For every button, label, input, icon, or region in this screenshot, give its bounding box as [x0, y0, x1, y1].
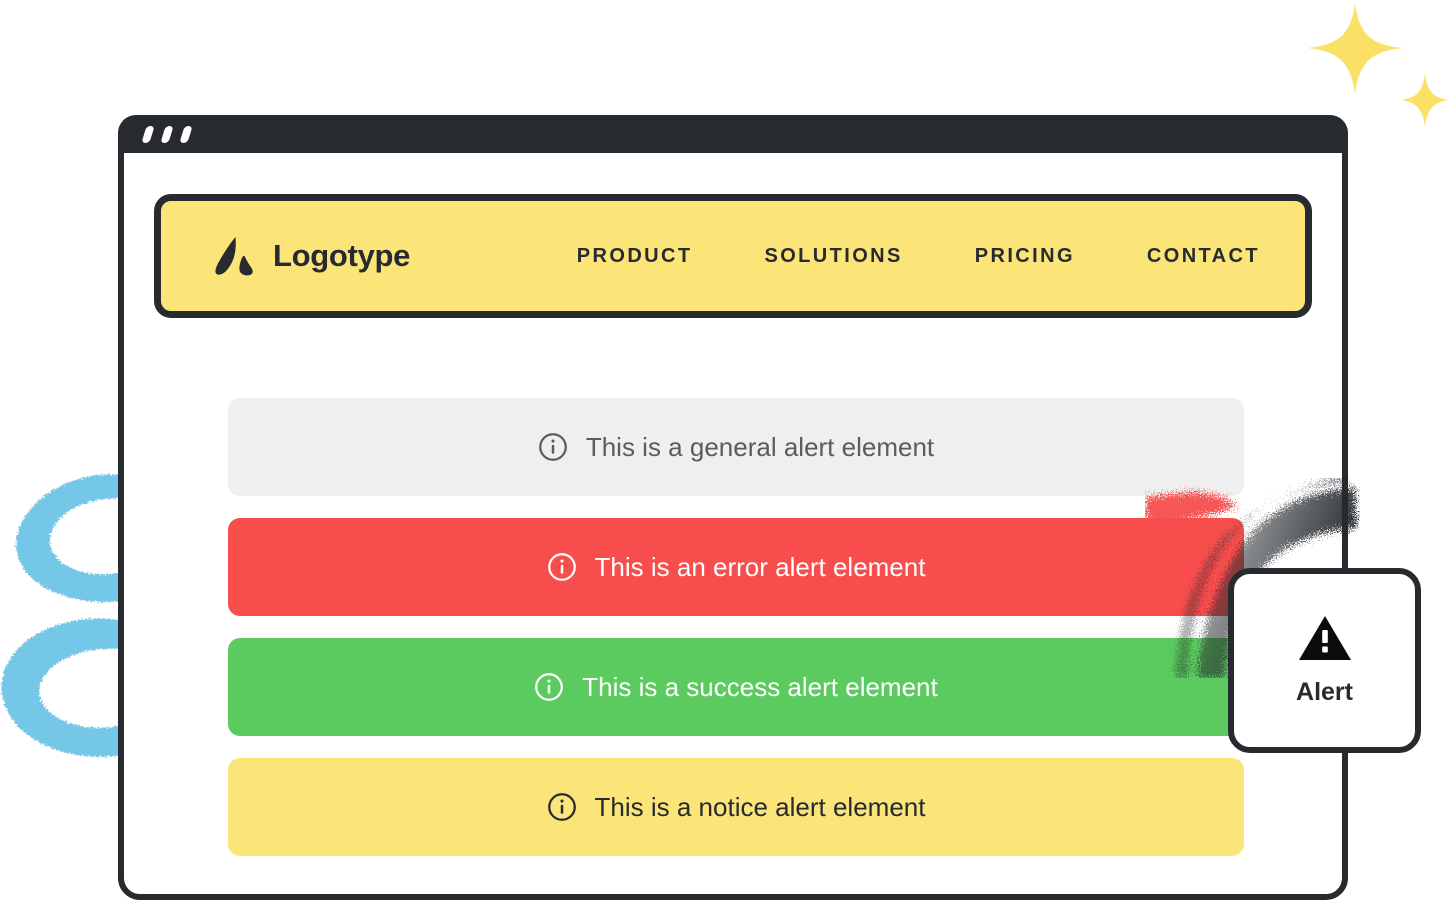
nav-link-pricing[interactable]: PRICING — [975, 245, 1075, 268]
info-circle-icon — [534, 672, 564, 702]
warning-triangle-icon — [1298, 614, 1352, 662]
alert-error-text: This is an error alert element — [595, 552, 926, 583]
alert-general-text: This is a general alert element — [586, 432, 934, 463]
brand-name: Logotype — [273, 238, 410, 274]
info-circle-icon — [547, 552, 577, 582]
alert-notice-text: This is a notice alert element — [595, 792, 926, 823]
alert-success-text: This is a success alert element — [582, 672, 937, 703]
nav-link-contact[interactable]: CONTACT — [1147, 245, 1260, 268]
site-header: Logotype PRODUCT SOLUTIONS PRICING CONTA… — [154, 194, 1312, 318]
brand[interactable]: Logotype — [213, 234, 410, 278]
alert-general[interactable]: This is a general alert element — [228, 398, 1244, 496]
titlebar-dot-2[interactable] — [160, 126, 173, 143]
info-circle-icon — [547, 792, 577, 822]
site-nav: PRODUCT SOLUTIONS PRICING CONTACT — [577, 245, 1260, 268]
alert-card-label: Alert — [1296, 678, 1353, 707]
titlebar-dot-1[interactable] — [141, 126, 154, 143]
nav-link-product[interactable]: PRODUCT — [577, 245, 693, 268]
browser-content: Logotype PRODUCT SOLUTIONS PRICING CONTA… — [124, 153, 1342, 894]
alert-stack: This is a general alert element This is … — [228, 398, 1244, 856]
nav-link-solutions[interactable]: SOLUTIONS — [764, 245, 902, 268]
titlebar-dot-3[interactable] — [179, 126, 192, 143]
sparkle-star-icon — [1290, 0, 1450, 130]
logo-leaf-icon — [213, 234, 257, 278]
browser-titlebar — [118, 115, 1348, 153]
info-circle-icon — [538, 432, 568, 462]
alert-success[interactable]: This is a success alert element — [228, 638, 1244, 736]
alert-error[interactable]: This is an error alert element — [228, 518, 1244, 616]
alert-notice[interactable]: This is a notice alert element — [228, 758, 1244, 856]
browser-window: Logotype PRODUCT SOLUTIONS PRICING CONTA… — [118, 115, 1348, 900]
alert-card[interactable]: Alert — [1228, 568, 1421, 753]
